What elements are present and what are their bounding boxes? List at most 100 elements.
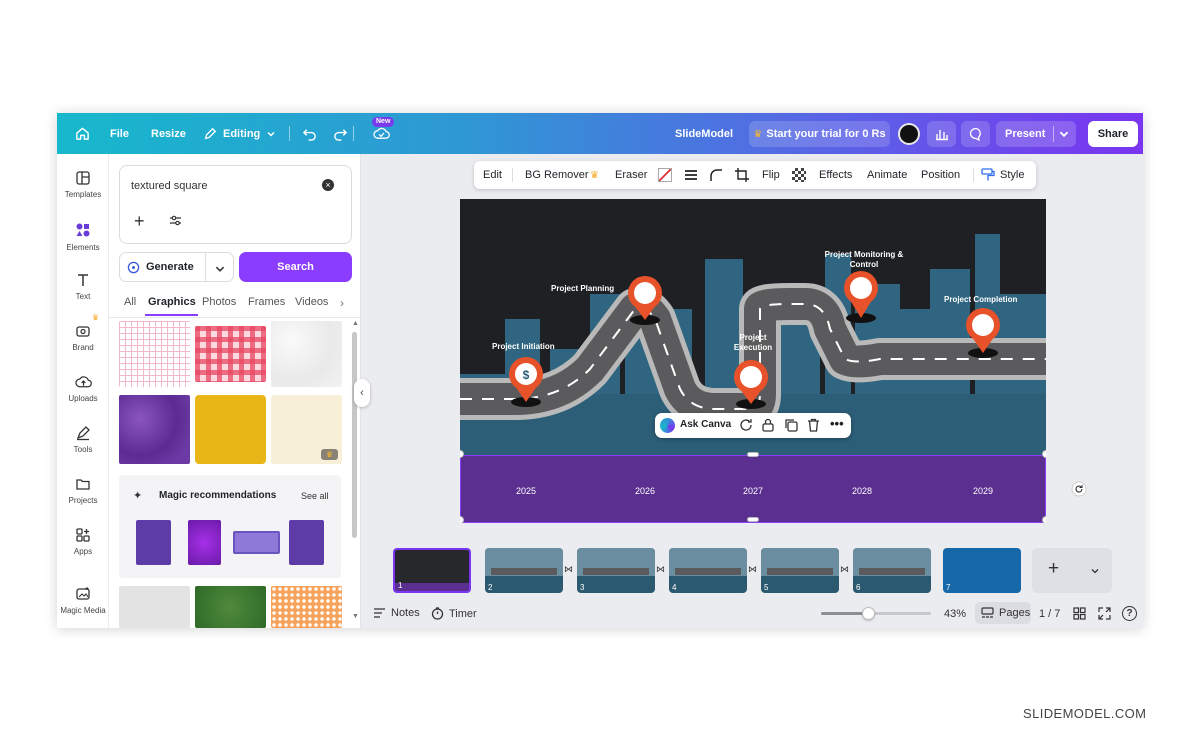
tab-graphics[interactable]: Graphics xyxy=(148,296,196,308)
tab-frames[interactable]: Frames xyxy=(248,296,285,308)
sidebar-item-tools[interactable]: Tools xyxy=(57,423,109,473)
zoom-slider-thumb[interactable] xyxy=(862,607,875,620)
tab-photos[interactable]: Photos xyxy=(202,296,236,308)
search-button[interactable]: Search xyxy=(239,252,352,282)
color-swatch[interactable] xyxy=(898,123,920,145)
scroll-down-icon[interactable]: ▼ xyxy=(352,613,359,620)
redo-button[interactable] xyxy=(333,113,348,154)
insights-button[interactable] xyxy=(927,121,956,147)
recommendation-purple-rect-2[interactable] xyxy=(289,520,324,565)
duplicate-icon[interactable] xyxy=(784,418,798,432)
resize-handle-corner[interactable] xyxy=(460,516,464,523)
help-icon[interactable]: ? xyxy=(1122,606,1137,621)
generate-options-chevron[interactable] xyxy=(214,262,226,280)
comments-button[interactable] xyxy=(961,121,990,147)
timer-button[interactable]: Timer xyxy=(431,607,477,620)
graphic-result-orange-pattern[interactable] xyxy=(271,586,342,628)
page-thumbnail-4[interactable]: 4 xyxy=(669,548,747,593)
more-options-icon[interactable]: ••• xyxy=(830,416,844,431)
share-button[interactable]: Share xyxy=(1088,121,1138,147)
tab-all[interactable]: All xyxy=(124,296,136,308)
panel-scrollbar[interactable]: ▲ ▼ xyxy=(352,320,359,625)
page-thumbnail-7[interactable]: 7 xyxy=(943,548,1021,593)
file-menu[interactable]: File xyxy=(110,113,129,154)
lock-icon[interactable] xyxy=(762,418,774,432)
animate-button[interactable]: Animate xyxy=(867,169,907,181)
resize-handle-corner[interactable] xyxy=(1042,450,1046,458)
ask-canva-button[interactable]: Ask Canva xyxy=(680,419,731,430)
search-input[interactable]: textured square xyxy=(131,180,207,192)
transition-icon[interactable]: ⋈ xyxy=(840,564,849,575)
document-title[interactable]: SlideModel xyxy=(675,113,733,154)
no-fill-icon[interactable] xyxy=(658,168,672,182)
sidebar-item-apps[interactable]: Apps xyxy=(57,525,109,575)
tab-videos[interactable]: Videos xyxy=(295,296,328,308)
recommendation-purple-rect[interactable] xyxy=(136,520,171,565)
page-thumbnail-2[interactable]: 2 xyxy=(485,548,563,593)
page-thumbnail-1[interactable]: 1 xyxy=(393,548,471,593)
recommendation-lavender-rect[interactable] xyxy=(233,531,280,554)
sidebar-item-brand[interactable]: Brand xyxy=(57,321,109,371)
graphic-result-paper-square[interactable]: ♛ xyxy=(271,395,342,464)
generate-button[interactable]: Generate xyxy=(120,253,205,281)
transition-icon[interactable]: ⋈ xyxy=(564,564,573,575)
add-page-button[interactable]: + xyxy=(1032,548,1112,593)
position-button[interactable]: Position xyxy=(921,169,960,181)
transition-icon[interactable]: ⋈ xyxy=(748,564,757,575)
filter-button[interactable] xyxy=(169,214,182,232)
flip-button[interactable]: Flip xyxy=(762,169,780,181)
see-all-link[interactable]: See all xyxy=(301,491,329,501)
start-trial-button[interactable]: ♛ Start your trial for 0 Rs xyxy=(749,121,890,147)
corner-rounding-icon[interactable] xyxy=(709,168,723,182)
edit-button[interactable]: Edit xyxy=(483,169,502,181)
clear-search-icon[interactable]: × xyxy=(322,179,334,191)
undo-button[interactable] xyxy=(302,113,317,154)
scrollbar-thumb[interactable] xyxy=(352,332,357,538)
recommendation-violet-rect[interactable] xyxy=(188,520,221,565)
grid-view-icon[interactable] xyxy=(1073,607,1086,620)
notes-button[interactable]: Notes xyxy=(373,607,420,619)
graphic-result-gray-texture[interactable] xyxy=(119,586,190,628)
graphic-result-gingham[interactable] xyxy=(195,326,266,382)
refresh-icon[interactable] xyxy=(739,418,753,432)
border-style-icon[interactable] xyxy=(684,169,698,181)
scroll-up-icon[interactable]: ▲ xyxy=(352,320,359,327)
add-icon[interactable]: + xyxy=(134,211,145,232)
sidebar-item-text[interactable]: Text xyxy=(57,270,109,320)
home-button[interactable] xyxy=(75,113,90,154)
tabs-scroll-right-icon[interactable]: › xyxy=(340,296,344,310)
rotate-icon[interactable] xyxy=(1071,481,1087,497)
editing-mode-dropdown[interactable]: Editing xyxy=(203,113,276,154)
transparency-icon[interactable] xyxy=(792,168,806,182)
collapse-panel-button[interactable]: ‹ xyxy=(354,379,370,407)
zoom-slider[interactable] xyxy=(821,607,931,620)
graphic-result-grass[interactable] xyxy=(195,586,266,628)
page-thumbnail-6[interactable]: 6 xyxy=(853,548,931,593)
present-options-chevron[interactable] xyxy=(1058,127,1070,145)
eraser-button[interactable]: Eraser xyxy=(615,169,647,181)
slide-canvas[interactable]: $ Project Initiation Project Planning Pr… xyxy=(460,199,1046,523)
graphic-result-purple-texture[interactable] xyxy=(119,395,190,464)
graphic-result-yellow-square[interactable] xyxy=(195,395,266,464)
sidebar-item-uploads[interactable]: Uploads xyxy=(57,372,109,422)
fullscreen-icon[interactable] xyxy=(1098,607,1111,620)
crop-icon[interactable] xyxy=(735,168,749,182)
page-thumbnail-3[interactable]: 3 xyxy=(577,548,655,593)
zoom-level[interactable]: 43% xyxy=(944,608,966,620)
delete-icon[interactable] xyxy=(807,418,820,432)
page-thumbnail-5[interactable]: 5 xyxy=(761,548,839,593)
style-button[interactable]: Style xyxy=(1000,169,1024,181)
sidebar-item-magic-media[interactable]: Magic Media xyxy=(57,584,109,628)
transition-icon[interactable]: ⋈ xyxy=(656,564,665,575)
resize-handle-top[interactable] xyxy=(747,452,759,457)
effects-button[interactable]: Effects xyxy=(819,169,852,181)
resize-handle-corner[interactable] xyxy=(1042,516,1046,523)
graphic-result-grid-paper[interactable] xyxy=(119,321,190,387)
resize-handle-bottom[interactable] xyxy=(747,517,759,522)
pages-view-button[interactable]: Pages xyxy=(975,602,1031,624)
bg-remover-button[interactable]: BG Remover xyxy=(525,169,589,181)
graphic-result-white-texture[interactable] xyxy=(271,321,342,387)
sidebar-item-projects[interactable]: Projects xyxy=(57,474,109,524)
sidebar-item-elements[interactable]: Elements xyxy=(57,219,109,269)
resize-menu[interactable]: Resize xyxy=(151,113,186,154)
